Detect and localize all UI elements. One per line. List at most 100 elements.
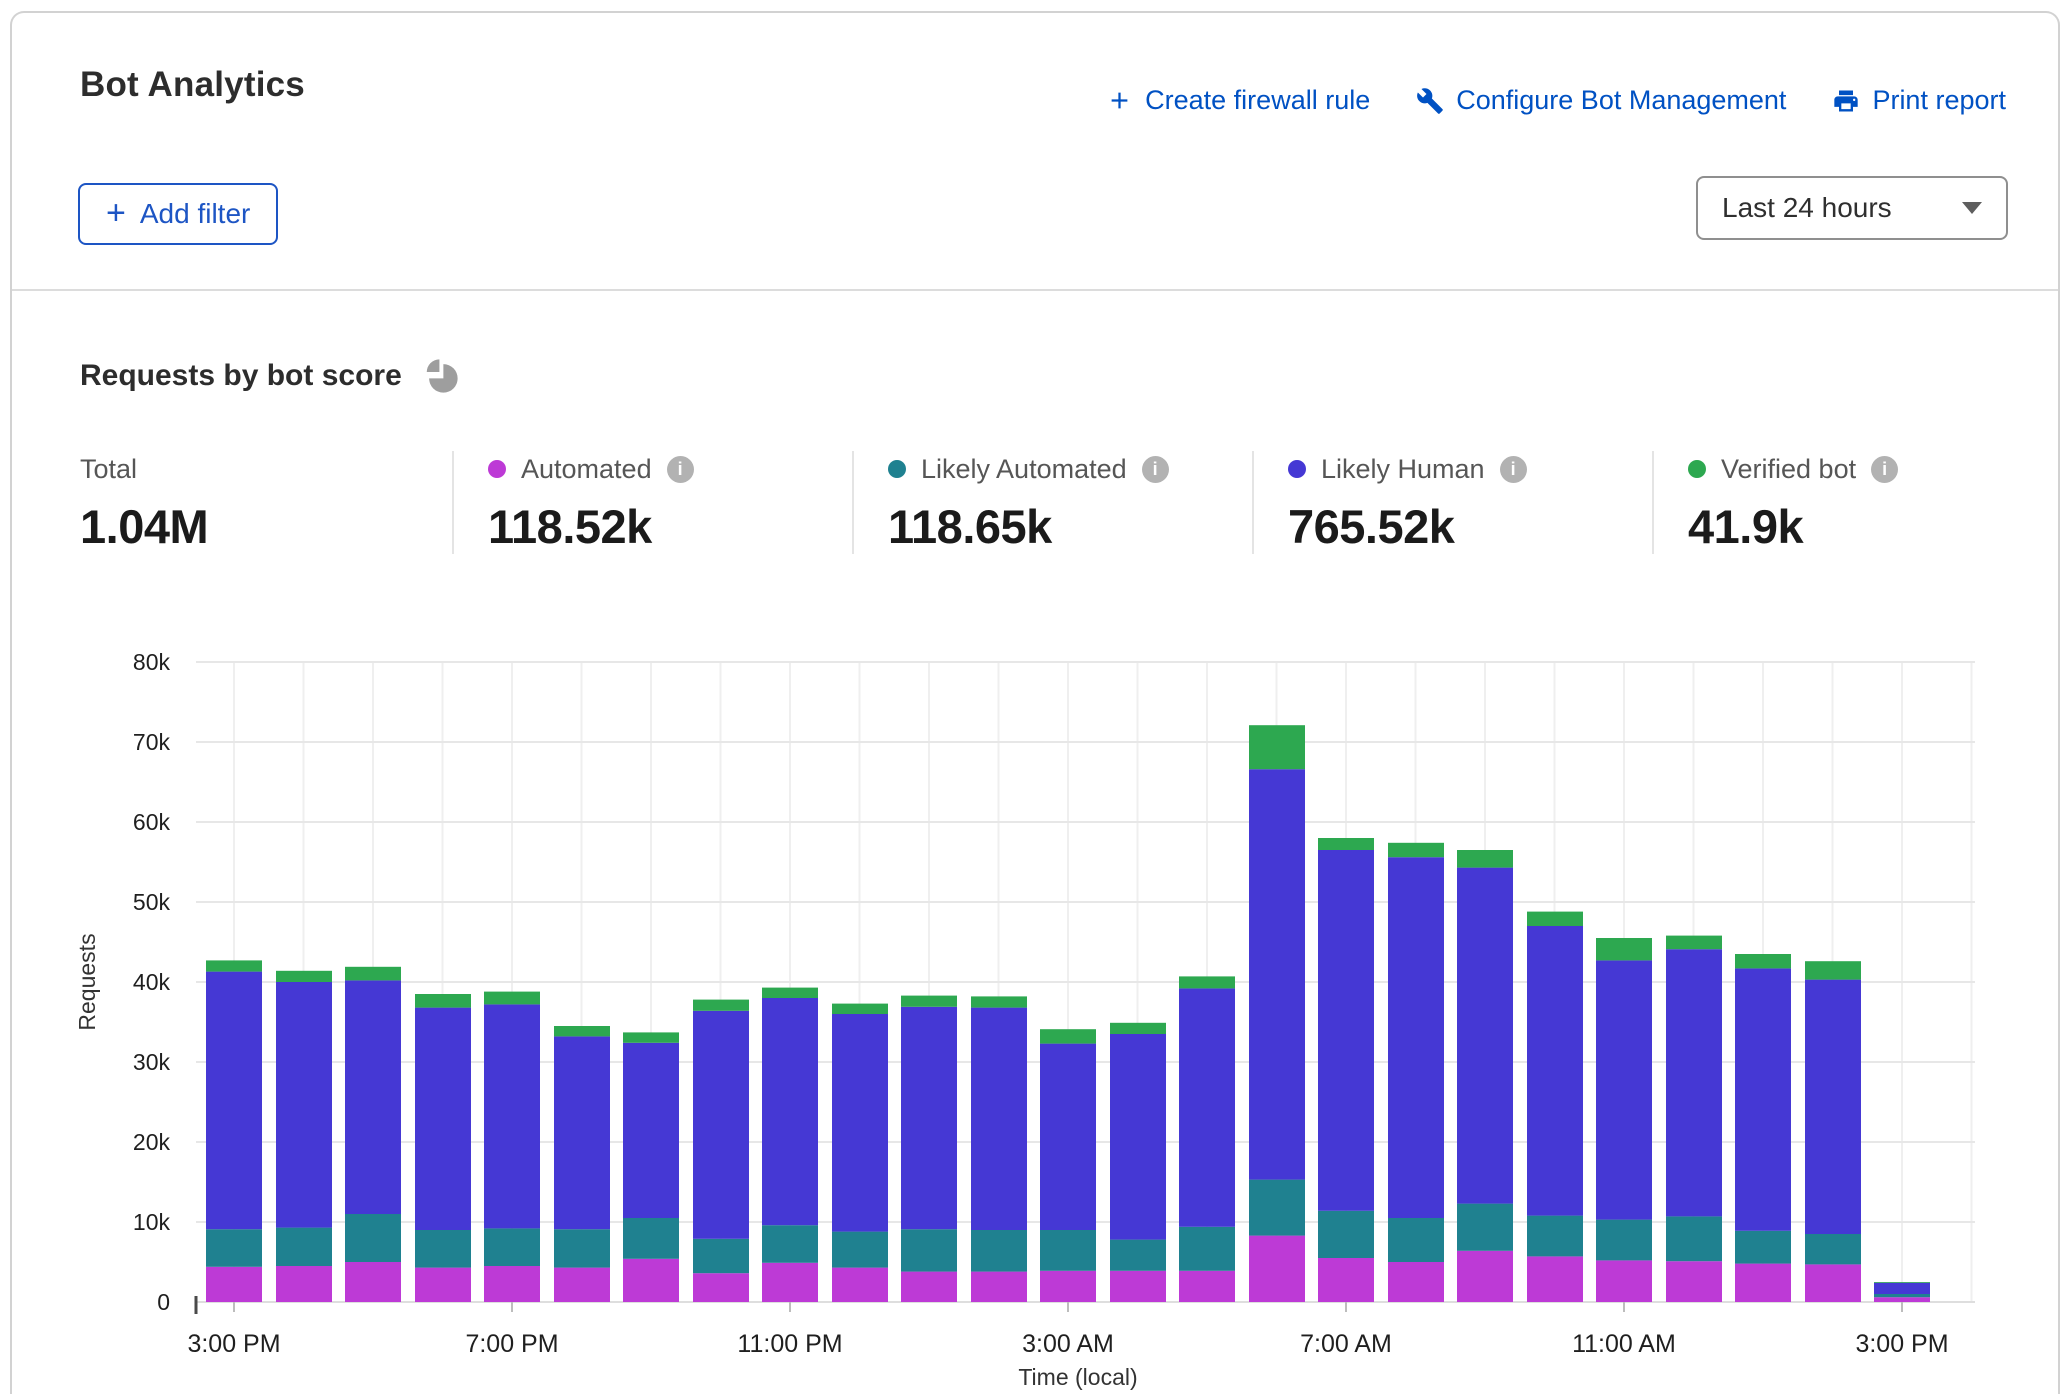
bar-segment-verified-bot xyxy=(1249,725,1305,769)
bar-segment-likely-human xyxy=(1040,1044,1096,1230)
bar-segment-likely-automated xyxy=(345,1214,401,1262)
bar-segment-verified-bot xyxy=(1179,976,1235,988)
bar-10-00-pm[interactable] xyxy=(693,1000,749,1302)
bar-segment-verified-bot xyxy=(762,988,818,998)
bar-segment-verified-bot xyxy=(1457,850,1513,868)
bar-12-00-pm[interactable] xyxy=(1666,936,1722,1302)
bar-segment-automated xyxy=(415,1268,471,1302)
bar-segment-automated xyxy=(1596,1260,1652,1302)
bar-segment-likely-automated xyxy=(693,1239,749,1273)
y-axis-tick-label: 40k xyxy=(133,969,171,995)
bar-segment-likely-automated xyxy=(554,1229,610,1267)
bar-segment-verified-bot xyxy=(1735,954,1791,968)
bar-segment-likely-automated xyxy=(1596,1220,1652,1261)
bar-segment-likely-automated xyxy=(1666,1216,1722,1261)
bar-segment-verified-bot xyxy=(901,996,957,1007)
x-axis-tick-label: 3:00 AM xyxy=(1022,1330,1114,1358)
bar-segment-verified-bot xyxy=(415,994,471,1008)
x-axis-tick-label: 11:00 PM xyxy=(737,1330,842,1358)
bar-segment-verified-bot xyxy=(1388,843,1444,857)
bar-segment-verified-bot xyxy=(276,971,332,982)
bar-segment-likely-human xyxy=(1388,857,1444,1218)
bar-segment-verified-bot xyxy=(1110,1023,1166,1034)
x-axis-tick-label: 3:00 PM xyxy=(187,1330,280,1358)
bar-4-00-am[interactable] xyxy=(1110,1023,1166,1302)
bar-segment-likely-human xyxy=(1179,988,1235,1226)
bar-2-00-pm[interactable] xyxy=(1805,961,1861,1302)
bar-segment-verified-bot xyxy=(1874,1282,1930,1283)
bar-segment-verified-bot xyxy=(693,1000,749,1011)
bar-7-00-am[interactable] xyxy=(1318,838,1374,1302)
bar-segment-likely-automated xyxy=(1110,1240,1166,1271)
bar-segment-verified-bot xyxy=(1666,936,1722,950)
bar-segment-likely-automated xyxy=(1805,1234,1861,1264)
bar-segment-likely-automated xyxy=(971,1230,1027,1272)
bar-segment-likely-automated xyxy=(415,1230,471,1268)
bar-3-00-pm[interactable] xyxy=(206,960,262,1302)
y-axis-tick-label: 30k xyxy=(133,1049,171,1075)
bar-8-00-pm[interactable] xyxy=(554,1026,610,1302)
bar-segment-automated xyxy=(693,1273,749,1302)
bar-segment-verified-bot xyxy=(554,1026,610,1036)
bar-segment-likely-automated xyxy=(623,1218,679,1259)
bar-8-00-am[interactable] xyxy=(1388,843,1444,1302)
bar-2-00-am[interactable] xyxy=(971,996,1027,1302)
bar-segment-automated xyxy=(1040,1271,1096,1302)
bar-segment-likely-human xyxy=(832,1014,888,1232)
bar-11-00-am[interactable] xyxy=(1596,938,1652,1302)
bar-segment-likely-human xyxy=(1110,1034,1166,1240)
bar-segment-likely-automated xyxy=(1388,1218,1444,1262)
bar-segment-verified-bot xyxy=(345,967,401,981)
bar-11-00-pm[interactable] xyxy=(762,988,818,1302)
bar-segment-likely-human xyxy=(1457,868,1513,1204)
bar-segment-automated xyxy=(1318,1258,1374,1302)
bar-6-00-am[interactable] xyxy=(1249,725,1305,1302)
bar-segment-likely-human xyxy=(762,998,818,1225)
bar-10-00-am[interactable] xyxy=(1527,912,1583,1302)
bar-segment-verified-bot xyxy=(1596,938,1652,960)
y-axis-tick-label: 50k xyxy=(133,889,171,915)
bar-segment-likely-human xyxy=(345,980,401,1214)
bar-segment-automated xyxy=(971,1272,1027,1302)
y-axis-tick-label: 0 xyxy=(157,1289,170,1315)
y-axis-tick-label: 60k xyxy=(133,809,171,835)
bar-5-00-am[interactable] xyxy=(1179,976,1235,1302)
bar-segment-verified-bot xyxy=(623,1032,679,1042)
bar-segment-likely-automated xyxy=(484,1228,540,1266)
bar-segment-likely-automated xyxy=(901,1229,957,1271)
bar-segment-verified-bot xyxy=(1040,1029,1096,1043)
bar-3-00-pm[interactable] xyxy=(1874,1282,1930,1302)
bar-12-00-am[interactable] xyxy=(832,1004,888,1302)
bar-3-00-am[interactable] xyxy=(1040,1029,1096,1302)
bar-segment-likely-human xyxy=(1527,926,1583,1216)
bar-4-00-pm[interactable] xyxy=(276,971,332,1302)
bar-segment-automated xyxy=(1388,1262,1444,1302)
bar-segment-likely-human xyxy=(206,972,262,1230)
x-axis-tick-label: 3:00 PM xyxy=(1855,1330,1948,1358)
bar-1-00-pm[interactable] xyxy=(1735,954,1791,1302)
bar-segment-likely-automated xyxy=(1179,1227,1235,1271)
bar-segment-likely-automated xyxy=(206,1229,262,1267)
bar-segment-likely-human xyxy=(554,1036,610,1229)
x-axis-tick-label: 11:00 AM xyxy=(1572,1330,1676,1358)
bar-5-00-pm[interactable] xyxy=(345,967,401,1302)
bar-segment-automated xyxy=(1805,1264,1861,1302)
bar-segment-automated xyxy=(1249,1236,1305,1302)
bar-1-00-am[interactable] xyxy=(901,996,957,1302)
bar-6-00-pm[interactable] xyxy=(415,994,471,1302)
bar-segment-likely-automated xyxy=(276,1228,332,1266)
bar-segment-automated xyxy=(901,1272,957,1302)
bar-segment-verified-bot xyxy=(206,960,262,971)
bar-7-00-pm[interactable] xyxy=(484,992,540,1302)
bar-9-00-pm[interactable] xyxy=(623,1032,679,1302)
bar-segment-automated xyxy=(1527,1256,1583,1302)
bar-segment-automated xyxy=(1874,1297,1930,1302)
bar-segment-automated xyxy=(762,1263,818,1302)
bar-segment-verified-bot xyxy=(1318,838,1374,850)
bar-segment-likely-automated xyxy=(1457,1204,1513,1251)
y-axis-tick-label: 70k xyxy=(133,729,171,755)
bar-segment-automated xyxy=(276,1266,332,1302)
bar-segment-likely-automated xyxy=(1527,1216,1583,1257)
bar-9-00-am[interactable] xyxy=(1457,850,1513,1302)
bar-segment-automated xyxy=(206,1267,262,1302)
